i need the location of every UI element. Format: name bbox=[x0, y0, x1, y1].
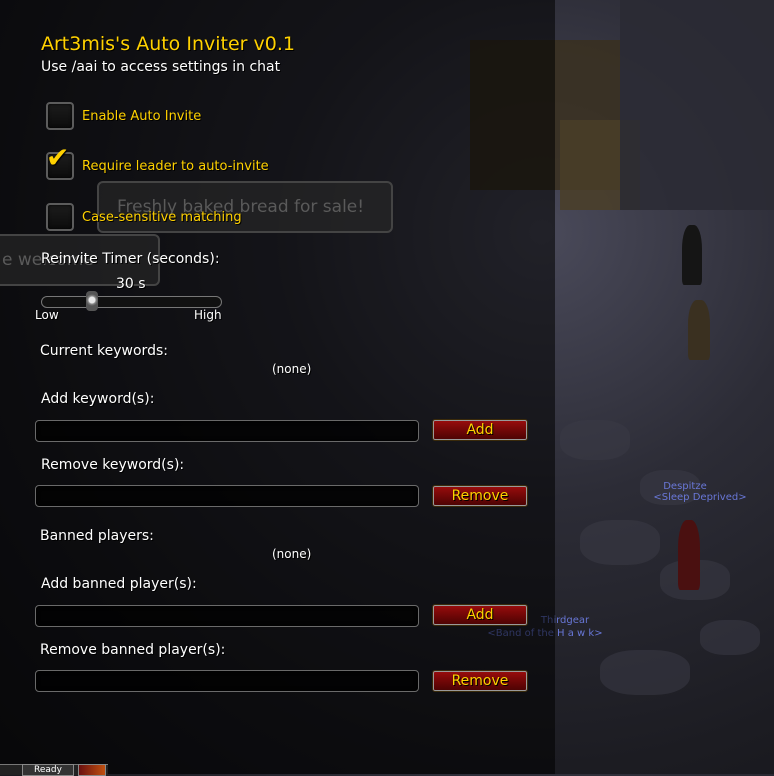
remove-banned-player-button[interactable]: Remove bbox=[432, 670, 528, 692]
add-keyword-button[interactable]: Add bbox=[432, 419, 528, 441]
remove-keyword-label: Remove keyword(s): bbox=[41, 457, 185, 473]
spell-icon[interactable] bbox=[78, 764, 106, 776]
reinvite-timer-slider-thumb[interactable] bbox=[86, 291, 98, 311]
enable-auto-invite-checkbox[interactable] bbox=[46, 102, 74, 130]
addon-subtitle: Use /aai to access settings in chat bbox=[41, 59, 281, 75]
reinvite-timer-slider[interactable] bbox=[41, 296, 222, 308]
current-keywords-label: Current keywords: bbox=[40, 343, 168, 359]
remove-banned-player-input[interactable] bbox=[35, 670, 419, 692]
case-sensitive-checkbox[interactable] bbox=[46, 203, 74, 231]
slider-max-label: High bbox=[194, 308, 222, 322]
ready-button[interactable]: Ready bbox=[22, 764, 74, 776]
remove-keyword-button[interactable]: Remove bbox=[432, 485, 528, 507]
require-leader-label: Require leader to auto-invite bbox=[82, 158, 269, 174]
remove-banned-player-label: Remove banned player(s): bbox=[40, 642, 226, 658]
add-keyword-input[interactable] bbox=[35, 420, 419, 442]
require-leader-option[interactable]: ✔ Require leader to auto-invite bbox=[46, 144, 269, 180]
banned-players-value: (none) bbox=[272, 547, 312, 561]
current-keywords-value: (none) bbox=[272, 362, 312, 376]
nameplate-guild-sleep-deprived: <Sleep Deprived> bbox=[653, 492, 747, 503]
add-banned-player-button[interactable]: Add bbox=[432, 604, 528, 626]
reinvite-timer-value: 30 s bbox=[116, 276, 146, 292]
remove-keyword-input[interactable] bbox=[35, 485, 419, 507]
enable-auto-invite-label: Enable Auto Invite bbox=[82, 108, 202, 124]
slider-min-label: Low bbox=[35, 308, 59, 322]
addon-title: Art3mis's Auto Inviter v0.1 bbox=[41, 33, 295, 55]
add-keyword-label: Add keyword(s): bbox=[41, 391, 155, 407]
enable-auto-invite-option[interactable]: Enable Auto Invite bbox=[46, 102, 201, 130]
case-sensitive-option[interactable]: Case-sensitive matching bbox=[46, 203, 242, 231]
case-sensitive-label: Case-sensitive matching bbox=[82, 209, 242, 225]
require-leader-checkbox[interactable]: ✔ bbox=[46, 144, 74, 180]
banned-players-label: Banned players: bbox=[40, 528, 154, 544]
add-banned-player-label: Add banned player(s): bbox=[41, 576, 197, 592]
reinvite-timer-label: Reinvite Timer (seconds): bbox=[41, 251, 220, 267]
checkmark-icon: ✔ bbox=[46, 141, 70, 174]
add-banned-player-input[interactable] bbox=[35, 605, 419, 627]
nameplate-despitze: Despitze bbox=[663, 481, 707, 492]
